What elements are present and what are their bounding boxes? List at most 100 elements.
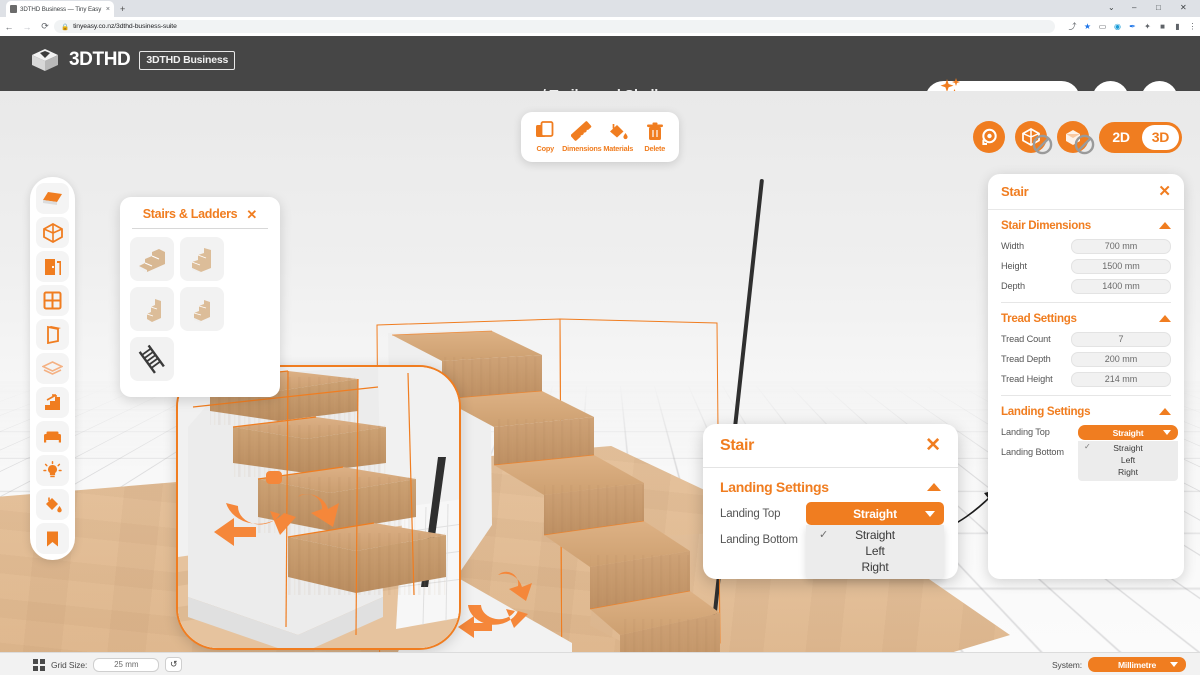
sidebar-item-materials[interactable]	[36, 489, 69, 520]
stair-dimensions-section-header[interactable]: Stair Dimensions	[988, 210, 1184, 236]
sidebar-item-furniture[interactable]	[36, 421, 69, 452]
paint-bucket-icon	[609, 123, 628, 139]
sidebar-item-stairs[interactable]	[36, 387, 69, 418]
dropdown-option-label: Left	[865, 544, 885, 558]
tread-count-input[interactable]: 7	[1071, 331, 1171, 347]
extensions-puzzle-icon[interactable]: ✦	[1140, 22, 1155, 31]
browser-menu-icon[interactable]: ⋮	[1185, 22, 1200, 31]
sidebar-item-window[interactable]	[36, 285, 69, 316]
grid-size-control: Grid Size: 25 mm ↺	[33, 657, 183, 672]
width-row: Width 700 mm	[988, 236, 1184, 256]
tread-count-row: Tread Count 7	[988, 329, 1184, 349]
window-maximize-icon[interactable]: □	[1156, 2, 1161, 14]
share-icon[interactable]: ⤴	[1065, 21, 1080, 32]
narrow-stair-icon	[146, 299, 161, 322]
landing-settings-section-header[interactable]: Landing Settings	[988, 396, 1184, 422]
extension-blue-icon[interactable]: ◉	[1110, 22, 1125, 31]
mode-2d-option[interactable]: 2D	[1102, 125, 1139, 150]
chevron-up-icon[interactable]	[1159, 222, 1171, 229]
depth-input[interactable]: 1400 mm	[1071, 278, 1171, 294]
sidebar-item-shell[interactable]	[36, 217, 69, 248]
cube-shell-icon	[42, 222, 63, 243]
delete-button[interactable]: Delete	[637, 122, 673, 153]
landing-bottom-label: Landing Bottom	[1001, 447, 1064, 457]
tread-depth-input[interactable]: 200 mm	[1071, 351, 1171, 367]
depth-label: Depth	[1001, 281, 1026, 291]
window-close-icon[interactable]: ✕	[1180, 2, 1187, 14]
hide-object-button[interactable]	[1057, 121, 1095, 155]
sidepanel-icon[interactable]: ■	[1155, 22, 1170, 31]
dropdown-option-left[interactable]: Left	[806, 543, 944, 559]
mode-3d-option[interactable]: 3D	[1141, 124, 1179, 150]
bookmark-star-icon[interactable]: ★	[1080, 22, 1095, 31]
ruler-icon	[571, 121, 592, 141]
dimensions-button[interactable]: Dimensions	[562, 121, 602, 153]
unit-system-control: System: Millimetre	[1052, 657, 1186, 672]
dropdown-option-straight[interactable]: ✓ Straight	[1078, 442, 1178, 454]
palette-item-narrow-stair[interactable]	[130, 287, 174, 331]
sidebar-item-door[interactable]	[36, 251, 69, 282]
tread-depth-row: Tread Depth 200 mm	[988, 349, 1184, 369]
sofa-icon	[44, 431, 61, 443]
chevron-up-icon[interactable]	[1159, 315, 1171, 322]
reload-icon[interactable]: ⟳	[36, 21, 54, 32]
sidebar-item-lighting[interactable]	[36, 455, 69, 486]
chevron-up-icon[interactable]	[1159, 408, 1171, 415]
palette-item-box-stair[interactable]	[180, 237, 224, 281]
landing-top-selected-value: Straight	[853, 506, 897, 521]
forward-icon[interactable]: →	[18, 22, 36, 32]
palette-item-straight-stair[interactable]	[130, 237, 174, 281]
sidebar-item-layers[interactable]	[36, 353, 69, 384]
copy-button[interactable]: Copy	[527, 121, 563, 153]
window-menu-icon[interactable]: ⌄	[1108, 2, 1115, 14]
tab-close-icon[interactable]: ×	[106, 6, 110, 13]
tread-settings-section-header[interactable]: Tread Settings	[988, 303, 1184, 329]
system-dropdown[interactable]: Millimetre	[1088, 657, 1186, 672]
url-bar[interactable]: 🔒 tinyeasy.co.nz/3dthd-business-suite	[54, 20, 1055, 33]
sidebar-item-floor[interactable]	[36, 183, 69, 214]
dropdown-option-left[interactable]: Left	[1078, 454, 1178, 466]
sidebar-item-bookmarks[interactable]	[36, 523, 69, 554]
panel-landing-top-dropdown-button[interactable]: Straight	[1078, 425, 1178, 440]
close-icon[interactable]: ✕	[246, 208, 257, 221]
dropdown-option-label: Left	[1120, 455, 1136, 465]
width-input[interactable]: 700 mm	[1071, 238, 1171, 254]
hide-shell-button[interactable]	[1015, 121, 1053, 155]
materials-button[interactable]: Materials	[600, 122, 636, 153]
landing-top-dropdown-button[interactable]: Straight	[806, 502, 944, 525]
grid-icon	[33, 658, 45, 671]
sidebar-item-wall[interactable]	[36, 319, 69, 350]
dropdown-option-right[interactable]: Right	[1078, 466, 1178, 478]
close-icon[interactable]: ✕	[1158, 184, 1171, 199]
close-icon[interactable]: ✕	[925, 436, 941, 455]
tread-settings-title: Tread Settings	[1001, 312, 1077, 325]
measure-tool-button[interactable]	[973, 121, 1006, 153]
eyedropper-icon[interactable]: ✒	[1125, 22, 1140, 31]
grid-size-input[interactable]: 25 mm	[93, 657, 160, 672]
dropdown-option-straight[interactable]: ✓ Straight	[806, 527, 944, 543]
window-minimize-icon[interactable]: –	[1132, 2, 1136, 14]
tread-height-input[interactable]: 214 mm	[1071, 371, 1171, 387]
palette-item-compact-stair[interactable]	[180, 287, 224, 331]
tool-sidebar	[30, 177, 75, 560]
browser-tab[interactable]: 3DTHD Business — Tiny Easy - T ×	[6, 1, 114, 17]
height-input[interactable]: 1500 mm	[1071, 258, 1171, 274]
landing-settings-section-header[interactable]: Landing Settings	[703, 468, 958, 501]
chevron-up-icon[interactable]	[927, 483, 941, 491]
palette-item-ladder[interactable]	[130, 337, 174, 381]
profile-icon[interactable]: ▮	[1170, 22, 1185, 31]
dropdown-option-right[interactable]: Right	[806, 559, 944, 575]
stairs-ladders-palette: Stairs & Ladders ✕	[120, 197, 280, 397]
reset-grid-button[interactable]: ↺	[165, 657, 183, 672]
new-tab-button[interactable]: +	[120, 3, 125, 15]
app-header: 3DTHD 3DTHD Business / Trailer and Shell…	[0, 36, 1200, 118]
back-icon[interactable]: ←	[0, 22, 18, 32]
chevron-down-icon	[1163, 430, 1171, 435]
camera-icon[interactable]: ▭	[1095, 22, 1110, 31]
landing-top-label: Landing Top	[1001, 427, 1050, 437]
bookmark-icon	[47, 531, 58, 546]
wall-panel-icon	[46, 325, 61, 344]
check-icon: ✓	[819, 529, 829, 541]
view-mode-toggle[interactable]: 2D 3D	[1099, 121, 1182, 153]
trash-icon	[646, 122, 663, 140]
